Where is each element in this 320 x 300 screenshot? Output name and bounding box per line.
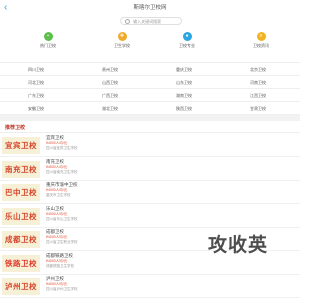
- section-title: 推荐卫校: [5, 125, 26, 131]
- region-link[interactable]: 湖南卫校: [176, 93, 192, 99]
- school-description: 四川省宜宾卫生学校: [46, 146, 78, 150]
- grid-line: [0, 101, 300, 102]
- region-link[interactable]: 重庆卫校: [176, 67, 192, 73]
- school-list-item[interactable]: 泸州卫校 泸州卫校 ¥4000人均/元 四川省泸州卫生学校: [0, 275, 300, 298]
- region-link[interactable]: 湖北卫校: [102, 106, 118, 112]
- school-list-item[interactable]: 乐山卫校 乐山卫校 ¥4000人均/元 四川省乐山卫生学校: [0, 205, 300, 228]
- region-link[interactable]: 安徽卫校: [28, 106, 44, 112]
- nav-item-hot-schools[interactable]: ▪ 热门卫校: [33, 32, 63, 49]
- school-description: 四川省卫生职业学校: [46, 240, 78, 244]
- search-placeholder: 输入关键词搜索: [133, 19, 162, 24]
- school-description: 四川省南充卫生学校: [46, 169, 78, 174]
- region-link[interactable]: 广东卫校: [28, 93, 44, 99]
- grid-line: [0, 75, 300, 76]
- region-link[interactable]: 陕西卫校: [176, 106, 192, 112]
- site-title: 斯喀尔卫校网: [133, 5, 167, 11]
- school-logo[interactable]: 泸州卫校: [2, 278, 40, 295]
- school-logo[interactable]: 巴中卫校: [2, 184, 40, 201]
- school-logo[interactable]: 宜宾卫校: [2, 137, 40, 154]
- school-list-item[interactable]: 宜宾卫校 宜宾卫校 ¥4000人均/元 四川省宜宾卫生学校: [0, 134, 300, 157]
- region-link[interactable]: 四川卫校: [28, 67, 44, 73]
- nav-label: 卫校专业: [179, 43, 195, 48]
- region-link[interactable]: 河南卫校: [250, 80, 266, 86]
- doctor-icon: ●: [182, 32, 192, 41]
- school-logo[interactable]: 南充卫校: [2, 160, 40, 178]
- school-description: 成都铁路卫生学校: [46, 263, 74, 268]
- school-description: 四川省泸州卫生学校: [46, 287, 78, 291]
- region-link[interactable]: 河北卫校: [28, 80, 44, 86]
- region-link[interactable]: 甘肃卫校: [250, 106, 266, 112]
- region-link[interactable]: 山东卫校: [176, 80, 192, 86]
- nav-item-news[interactable]: ≡ 卫校资讯: [246, 32, 276, 49]
- section-separator: [0, 115, 300, 121]
- divider: [0, 297, 300, 298]
- grid-line: [0, 88, 300, 89]
- school-logo[interactable]: 成都卫校: [2, 231, 40, 248]
- watermark: 攻收英: [208, 234, 269, 256]
- nav-item-majors[interactable]: ● 卫校专业: [172, 32, 202, 49]
- category-nav: ▪ 热门卫校 ✚ 卫生学校 ● 卫校专业 ≡ 卫校资讯: [0, 32, 300, 52]
- region-link[interactable]: 江西卫校: [250, 93, 266, 99]
- school-list-item[interactable]: 巴中卫校 重庆市渝中卫校 ¥4000人均/元 重庆市卫生学校: [0, 181, 300, 204]
- region-link[interactable]: 贵州卫校: [102, 67, 118, 73]
- school-description: 四川省乐山卫生学校: [46, 216, 78, 221]
- school-list-item[interactable]: 南充卫校 南充卫校 ¥4500人均/元 四川省南充卫生学校: [0, 158, 300, 181]
- grid-line: [0, 62, 300, 63]
- nav-item-health-schools[interactable]: ✚ 卫生学校: [107, 32, 137, 49]
- school-description: 重庆市卫生学校: [46, 193, 71, 197]
- nav-label: 卫生学校: [114, 43, 130, 48]
- top-bar: ‹ 斯喀尔卫校网: [0, 0, 300, 16]
- school-logo[interactable]: 铁路卫校: [2, 254, 40, 272]
- region-link[interactable]: 北京卫校: [250, 67, 266, 73]
- divider: [0, 132, 300, 133]
- region-link[interactable]: 广西卫校: [102, 93, 118, 99]
- region-link[interactable]: 山西卫校: [102, 80, 118, 86]
- search-icon: [125, 19, 130, 25]
- school-logo[interactable]: 乐山卫校: [2, 207, 40, 225]
- hospital-icon: ✚: [117, 32, 127, 41]
- search-input[interactable]: 输入关键词搜索: [120, 17, 182, 25]
- news-icon: ≡: [256, 32, 266, 41]
- nav-label: 热门卫校: [40, 43, 56, 48]
- briefcase-icon: ▪: [43, 32, 53, 41]
- nav-label: 卫校资讯: [253, 43, 269, 48]
